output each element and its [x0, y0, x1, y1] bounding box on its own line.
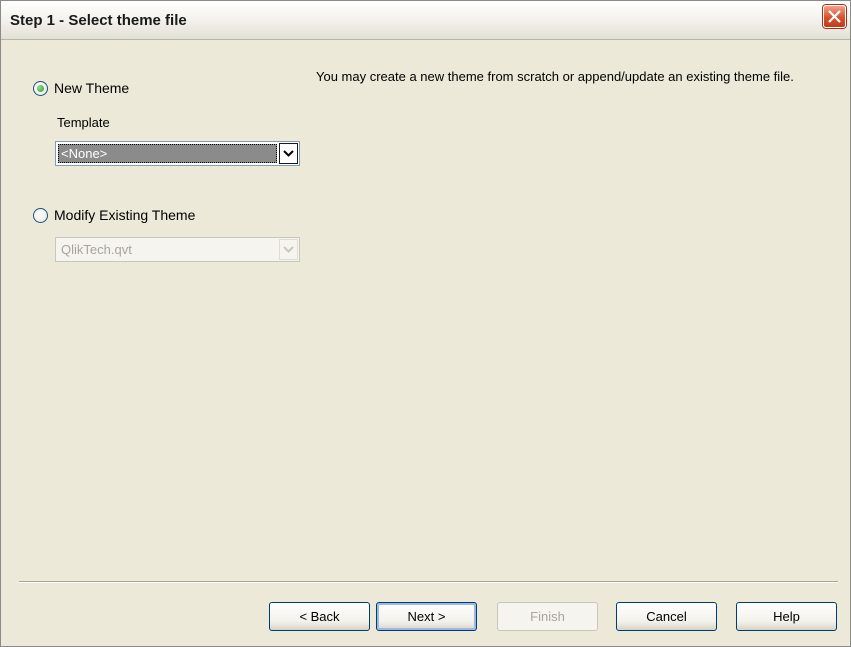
existing-theme-value: QlikTech.qvt: [61, 242, 132, 257]
chevron-down-icon-disabled: [279, 239, 298, 260]
new-theme-label: New Theme: [54, 80, 130, 96]
back-button[interactable]: < Back: [269, 602, 370, 631]
cancel-button[interactable]: Cancel: [616, 602, 717, 631]
template-select-value: <None>: [58, 144, 277, 163]
close-button[interactable]: [823, 5, 846, 28]
window-title: Step 1 - Select theme file: [10, 12, 187, 29]
button-separator: [19, 581, 838, 583]
existing-theme-select: QlikTech.qvt: [55, 237, 300, 262]
template-label: Template: [57, 115, 110, 130]
template-select[interactable]: <None>: [55, 141, 300, 166]
next-button[interactable]: Next >: [376, 602, 477, 631]
radio-unselected-icon[interactable]: [33, 207, 48, 223]
modify-theme-label: Modify Existing Theme: [54, 207, 196, 223]
finish-button: Finish: [497, 602, 598, 631]
radio-selected-icon[interactable]: [33, 80, 48, 96]
description-text: You may create a new theme from scratch …: [316, 69, 794, 84]
wizard-window: Step 1 - Select theme file New Theme Tem…: [0, 0, 851, 647]
title-bar: Step 1 - Select theme file: [1, 1, 850, 40]
help-button[interactable]: Help: [736, 602, 837, 631]
chevron-down-icon[interactable]: [279, 143, 298, 164]
new-theme-radio[interactable]: New Theme: [33, 80, 129, 96]
modify-theme-radio[interactable]: Modify Existing Theme: [33, 207, 195, 223]
close-icon: [828, 10, 841, 23]
